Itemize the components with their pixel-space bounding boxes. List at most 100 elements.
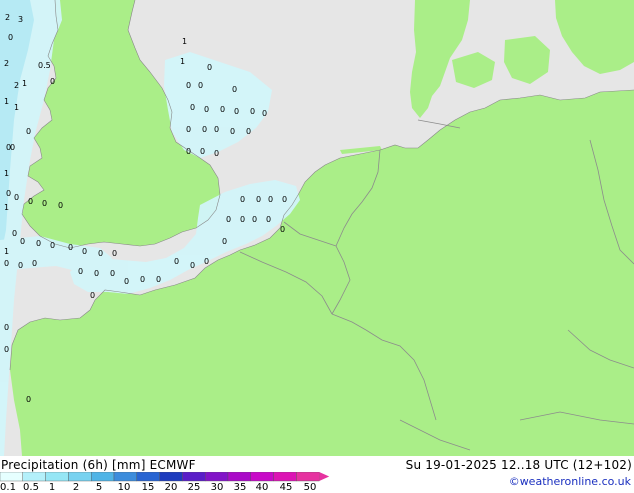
credit-link[interactable]: ©weatheronline.co.uk <box>509 475 631 488</box>
precip-value-label: 0 <box>282 195 287 204</box>
precip-value-label: 0 <box>190 103 195 112</box>
precip-value-label: 0 <box>186 147 191 156</box>
colorbar-arrow <box>319 472 330 481</box>
precip-value-label: 0 <box>220 105 225 114</box>
precip-value-label: 0 <box>140 275 145 284</box>
colorbar-segment <box>22 472 46 482</box>
precip-value-label: 0 <box>124 277 129 286</box>
precip-value-label: 0 <box>207 63 212 72</box>
precip-value-label: 0 <box>82 247 87 256</box>
precip-value-label: 0 <box>246 127 251 136</box>
precip-value-label: 0 <box>200 147 205 156</box>
precip-value-label: 0 <box>174 257 179 266</box>
precip-value-label: 0 <box>26 395 31 404</box>
precip-value-label: 2 <box>5 13 10 22</box>
precip-value-label: 0 <box>262 109 267 118</box>
precip-value-label: 0 <box>280 225 285 234</box>
colorbar-label: 0.1 <box>0 482 16 493</box>
precip-value-label: 0 <box>252 215 257 224</box>
colorbar-label: 20 <box>164 482 178 493</box>
precip-value-label: 0 <box>202 125 207 134</box>
weather-map-screen: 2 3 0 2 0.5 1 0 1 2 1 0 0 1 1 0 0 0 0 0 0 0 0 0 0 0 0 0 0 0 0 0 0 0 0 0 0 0 0… <box>0 0 634 493</box>
colorbar-segment <box>68 472 92 482</box>
precip-value-label: 0 <box>14 193 19 202</box>
colorbar-label: 45 <box>279 482 293 493</box>
precip-value-label: 0 <box>214 125 219 134</box>
precip-value-label: 0 <box>20 237 25 246</box>
colorbar-segment <box>250 472 274 482</box>
precip-value-label: 0 <box>186 125 191 134</box>
legend-title: Precipitation (6h) [mm] ECMWF <box>1 458 196 472</box>
colorbar-segment <box>296 472 320 482</box>
precip-value-label: 0 <box>58 201 63 210</box>
precip-value-label: 0 <box>32 259 37 268</box>
precipitation-map[interactable]: 2 302 0.51 01210011000 00 0 0 0 0 00 0 0 0 00 0 00 0 0 00 0… <box>0 0 634 456</box>
precip-value-label: 2 <box>14 81 19 90</box>
forecast-datetime: Su 19-01-2025 12..18 UTC (12+102) <box>405 458 632 472</box>
colorbar-label: 35 <box>233 482 247 493</box>
precip-value-label: 0 <box>8 33 13 42</box>
colorbar-segment <box>113 472 137 482</box>
colorbar-label: 15 <box>141 482 155 493</box>
precip-value-label: 2 <box>4 59 9 68</box>
precip-value-label: 0 <box>98 249 103 258</box>
precip-value-label: 0 <box>204 257 209 266</box>
precip-value-label: 0 <box>198 81 203 90</box>
precip-value-label: 0 <box>230 127 235 136</box>
precip-value-label: 0 <box>78 267 83 276</box>
precip-value-label: 1 <box>4 203 9 212</box>
colorbar-label: 50 <box>303 482 317 493</box>
precip-value-label: 0 <box>250 107 255 116</box>
precip-value-label: 0 <box>226 215 231 224</box>
precip-value-label: 0 <box>28 197 33 206</box>
colorbar-segment <box>273 472 297 482</box>
precip-value-label: 0.5 <box>38 61 51 70</box>
precip-value-label: 0 <box>214 149 219 158</box>
precip-value-label: 0 <box>6 143 11 152</box>
precip-value-label: 3 <box>18 15 23 24</box>
colorbar-label: 2 <box>72 482 80 493</box>
precip-value-label: 1 <box>14 103 19 112</box>
precip-value-label: 0 <box>26 127 31 136</box>
precip-value-label: 0 <box>50 77 55 86</box>
precip-value-label: 0 <box>12 229 17 238</box>
colorbar-segment <box>136 472 160 482</box>
precip-value-label: 1 <box>4 97 9 106</box>
precip-value-label: 0 <box>42 199 47 208</box>
precip-value-label: 0 <box>256 195 261 204</box>
precip-value-label: 1 <box>4 247 9 256</box>
precip-value-label: 0 <box>18 261 23 270</box>
precip-value-label: 0 <box>110 269 115 278</box>
precip-value-label: 0 <box>156 275 161 284</box>
colorbar-segment <box>182 472 206 482</box>
colorbar-label: 0.5 <box>23 482 39 493</box>
precip-value-label: 0 <box>112 249 117 258</box>
colorbar-segment <box>90 472 115 482</box>
precip-value-label: 1 <box>4 169 9 178</box>
precip-value-label: 0 <box>190 261 195 270</box>
precip-value-label: 0 <box>222 237 227 246</box>
colorbar-label: 1 <box>48 482 56 493</box>
precip-value-label: 0 <box>204 105 209 114</box>
precip-value-label: 0 <box>268 195 273 204</box>
precip-value-label: 0 <box>4 259 9 268</box>
precip-value-label: 0 <box>266 215 271 224</box>
colorbar-segment <box>45 472 69 482</box>
precip-value-label: 0 <box>36 239 41 248</box>
precip-value-label: 0 <box>94 269 99 278</box>
colorbar-label: 30 <box>210 482 224 493</box>
precip-value-label: 0 <box>50 241 55 250</box>
precip-value-label: 0 <box>4 345 9 354</box>
colorbar-segment <box>204 472 229 482</box>
colorbar-segment <box>0 472 23 482</box>
precip-value-label: 0 <box>6 189 11 198</box>
colorbar-segment <box>227 472 251 482</box>
colorbar-segment <box>159 472 183 482</box>
colorbar-label: 10 <box>117 482 131 493</box>
precip-value-label: 0 <box>186 81 191 90</box>
precip-value-label: 0 <box>232 85 237 94</box>
colorbar-label: 5 <box>95 482 103 493</box>
precip-value-label: 0 <box>68 243 73 252</box>
precip-value-label: 0 <box>240 215 245 224</box>
precip-value-label: 0 <box>4 323 9 332</box>
